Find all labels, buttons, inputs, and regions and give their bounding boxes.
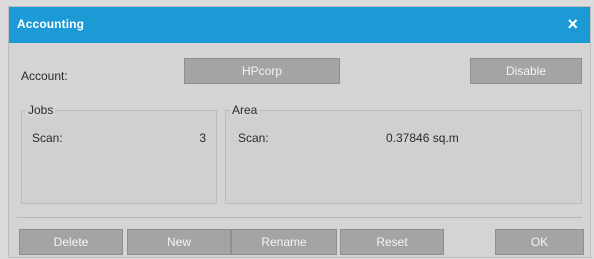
- rename-button[interactable]: Rename: [231, 229, 337, 255]
- delete-button[interactable]: Delete: [19, 229, 123, 255]
- account-selector-button[interactable]: HPcorp: [184, 58, 340, 84]
- accounting-dialog: Accounting × Account: HPcorp Disable Job…: [8, 6, 591, 258]
- jobs-scan-label: Scan:: [32, 131, 63, 145]
- account-label: Account:: [21, 69, 68, 83]
- titlebar: Accounting ×: [9, 7, 590, 43]
- area-scan-value: 0.37846 sq.m: [386, 131, 459, 145]
- jobs-legend: Jobs: [26, 103, 56, 117]
- ok-button[interactable]: OK: [495, 229, 584, 255]
- reset-button[interactable]: Reset: [340, 229, 444, 255]
- new-button[interactable]: New: [127, 229, 231, 255]
- jobs-group: Jobs Scan: 3: [21, 103, 217, 204]
- disable-button[interactable]: Disable: [470, 58, 582, 84]
- dialog-title: Accounting: [17, 17, 84, 31]
- area-group: Area Scan: 0.37846 sq.m: [225, 103, 582, 204]
- area-scan-label: Scan:: [238, 131, 269, 145]
- area-legend: Area: [230, 103, 260, 117]
- jobs-scan-value: 3: [199, 131, 206, 145]
- close-icon[interactable]: ×: [567, 14, 578, 34]
- separator-line: [17, 217, 582, 218]
